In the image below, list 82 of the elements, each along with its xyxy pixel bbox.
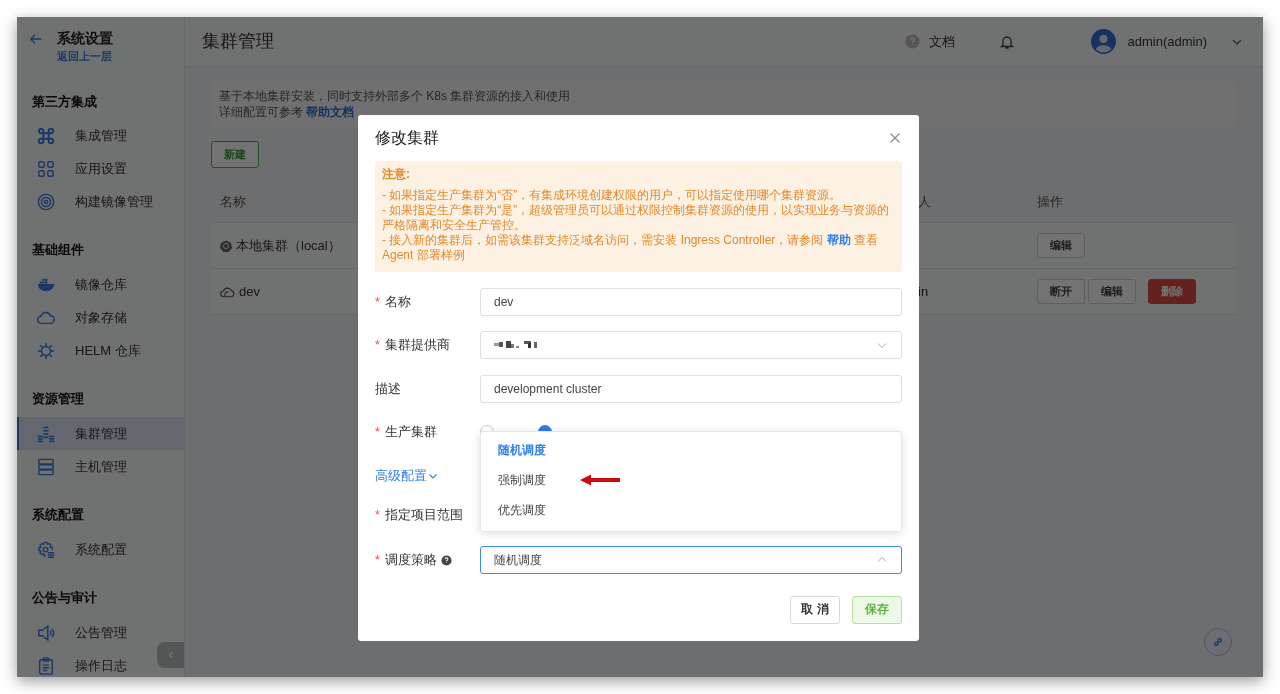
column-header: 操作 (1037, 192, 1063, 211)
notice-text: - 接入新的集群后，如需该集群支持泛域名访问，需安装 Ingress Controller，请参阅 帮助 查看 Agent 部署样例 (382, 233, 880, 263)
column-header: 名称 (220, 192, 246, 211)
sidebar-title: 系统设置 (57, 29, 113, 47)
close-icon (889, 132, 901, 144)
dropdown-option[interactable]: 强制调度 (498, 471, 546, 489)
notice-title: 注意: (382, 167, 411, 182)
chevron-left-icon (166, 650, 176, 660)
group-heading: 资源管理 (32, 391, 84, 406)
sidebar-item[interactable]: HELM 仓库 (17, 334, 156, 367)
save-button[interactable]: 保存 (852, 596, 902, 624)
column-header: 人 (918, 192, 931, 211)
advanced-settings-link[interactable]: 高级配置 (375, 466, 438, 486)
sidebar-item[interactable]: 对象存储 (17, 301, 156, 334)
dialog-title: 修改集群 (375, 128, 439, 148)
sidebar-item[interactable]: 构建镜像管理 (17, 185, 156, 218)
group-heading: 第三方集成 (32, 94, 97, 109)
action-button[interactable]: 断开 (1037, 279, 1085, 304)
docs-link[interactable]: 文档 (904, 31, 955, 52)
help-docs-link[interactable]: 帮助文档 (306, 105, 355, 119)
notice-text: - 如果指定生产集群为“是”，超级管理员可以通过权限控制集群资源的使用，以实现业务与资源的严格隔离和安全生产管控。 (382, 203, 891, 233)
field-label: 集群提供商 (384, 336, 450, 354)
cluster-name: 本地集群（local） (236, 236, 341, 255)
clipboard-icon (37, 656, 55, 675)
field-label: 调度策略 (384, 551, 437, 569)
sidebar-item[interactable]: 集成管理 (17, 119, 156, 152)
help-link[interactable]: 帮助 (826, 233, 851, 247)
delete-button[interactable]: 删除 (1148, 279, 1196, 304)
field-label: 名称 (384, 293, 411, 311)
user-menu[interactable]: admin(admin) (1090, 29, 1243, 54)
new-button[interactable]: 新建 (211, 141, 259, 168)
field-label: 生产集群 (384, 423, 437, 441)
action-button[interactable]: 编辑 (1037, 233, 1085, 258)
group-heading: 公告与审计 (32, 590, 97, 605)
page-title: 集群管理 (202, 30, 274, 53)
link-button[interactable] (1204, 628, 1232, 656)
sidebar-item[interactable]: 操作日志 (17, 649, 156, 677)
help-icon (904, 34, 920, 49)
close-button[interactable] (889, 131, 903, 145)
required-mark: * (375, 423, 380, 441)
group-heading: 基础组件 (32, 242, 84, 257)
link-icon (1212, 636, 1224, 648)
table-cell-text: in (918, 282, 929, 301)
required-mark: * (375, 336, 380, 354)
action-button[interactable]: 编辑 (1088, 279, 1136, 304)
cloud-icon (220, 285, 235, 298)
sidebar-item[interactable]: 系统配置 (17, 533, 156, 566)
speaker-icon (37, 623, 55, 642)
required-mark: * (375, 551, 380, 569)
server-icon (37, 457, 55, 476)
text-input[interactable]: development cluster (480, 375, 902, 403)
provider-select[interactable] (480, 331, 902, 359)
chevron-down-icon (428, 471, 438, 481)
avatar-icon (1090, 29, 1116, 54)
dropdown-option[interactable]: 随机调度 (498, 441, 546, 459)
sidebar-item[interactable]: 镜像仓库 (17, 268, 156, 301)
strategy-select[interactable]: 随机调度 (480, 546, 902, 574)
cluster-icon (37, 424, 55, 443)
gear-icon (37, 540, 55, 559)
field-label: 描述 (375, 380, 401, 398)
dropdown-option[interactable]: 优先调度 (498, 501, 546, 519)
sidebar-item[interactable]: 集群管理 (17, 417, 184, 450)
target-icon (37, 192, 55, 211)
info-text: 基于本地集群安装，同时支持外部多个 K8s 集群资源的接入和使用 (219, 88, 572, 104)
required-mark: * (375, 293, 380, 311)
sidebar-item[interactable]: 公告管理 (17, 616, 156, 649)
back-link[interactable]: 返回上一层 (57, 47, 113, 65)
field-label: 指定项目范围 (384, 506, 463, 524)
text-input[interactable]: dev (480, 288, 902, 316)
wheel-icon (220, 239, 232, 252)
bell-icon (998, 33, 1015, 50)
cluster-name: dev (239, 282, 260, 301)
group-heading: 系统配置 (32, 507, 84, 522)
sidebar-item[interactable]: 主机管理 (17, 450, 156, 483)
required-mark: * (375, 506, 380, 524)
cancel-button[interactable]: 取 消 (790, 596, 840, 624)
notice-text: - 如果指定生产集群为“否”，有集成环境创建权限的用户，可以指定使用哪个集群资源。 (382, 188, 843, 203)
command-icon (37, 126, 55, 145)
back-arrow-icon (29, 32, 43, 46)
sidebar-item[interactable]: 应用设置 (17, 152, 156, 185)
collapse-button[interactable] (157, 642, 184, 668)
grid-icon (37, 159, 55, 178)
